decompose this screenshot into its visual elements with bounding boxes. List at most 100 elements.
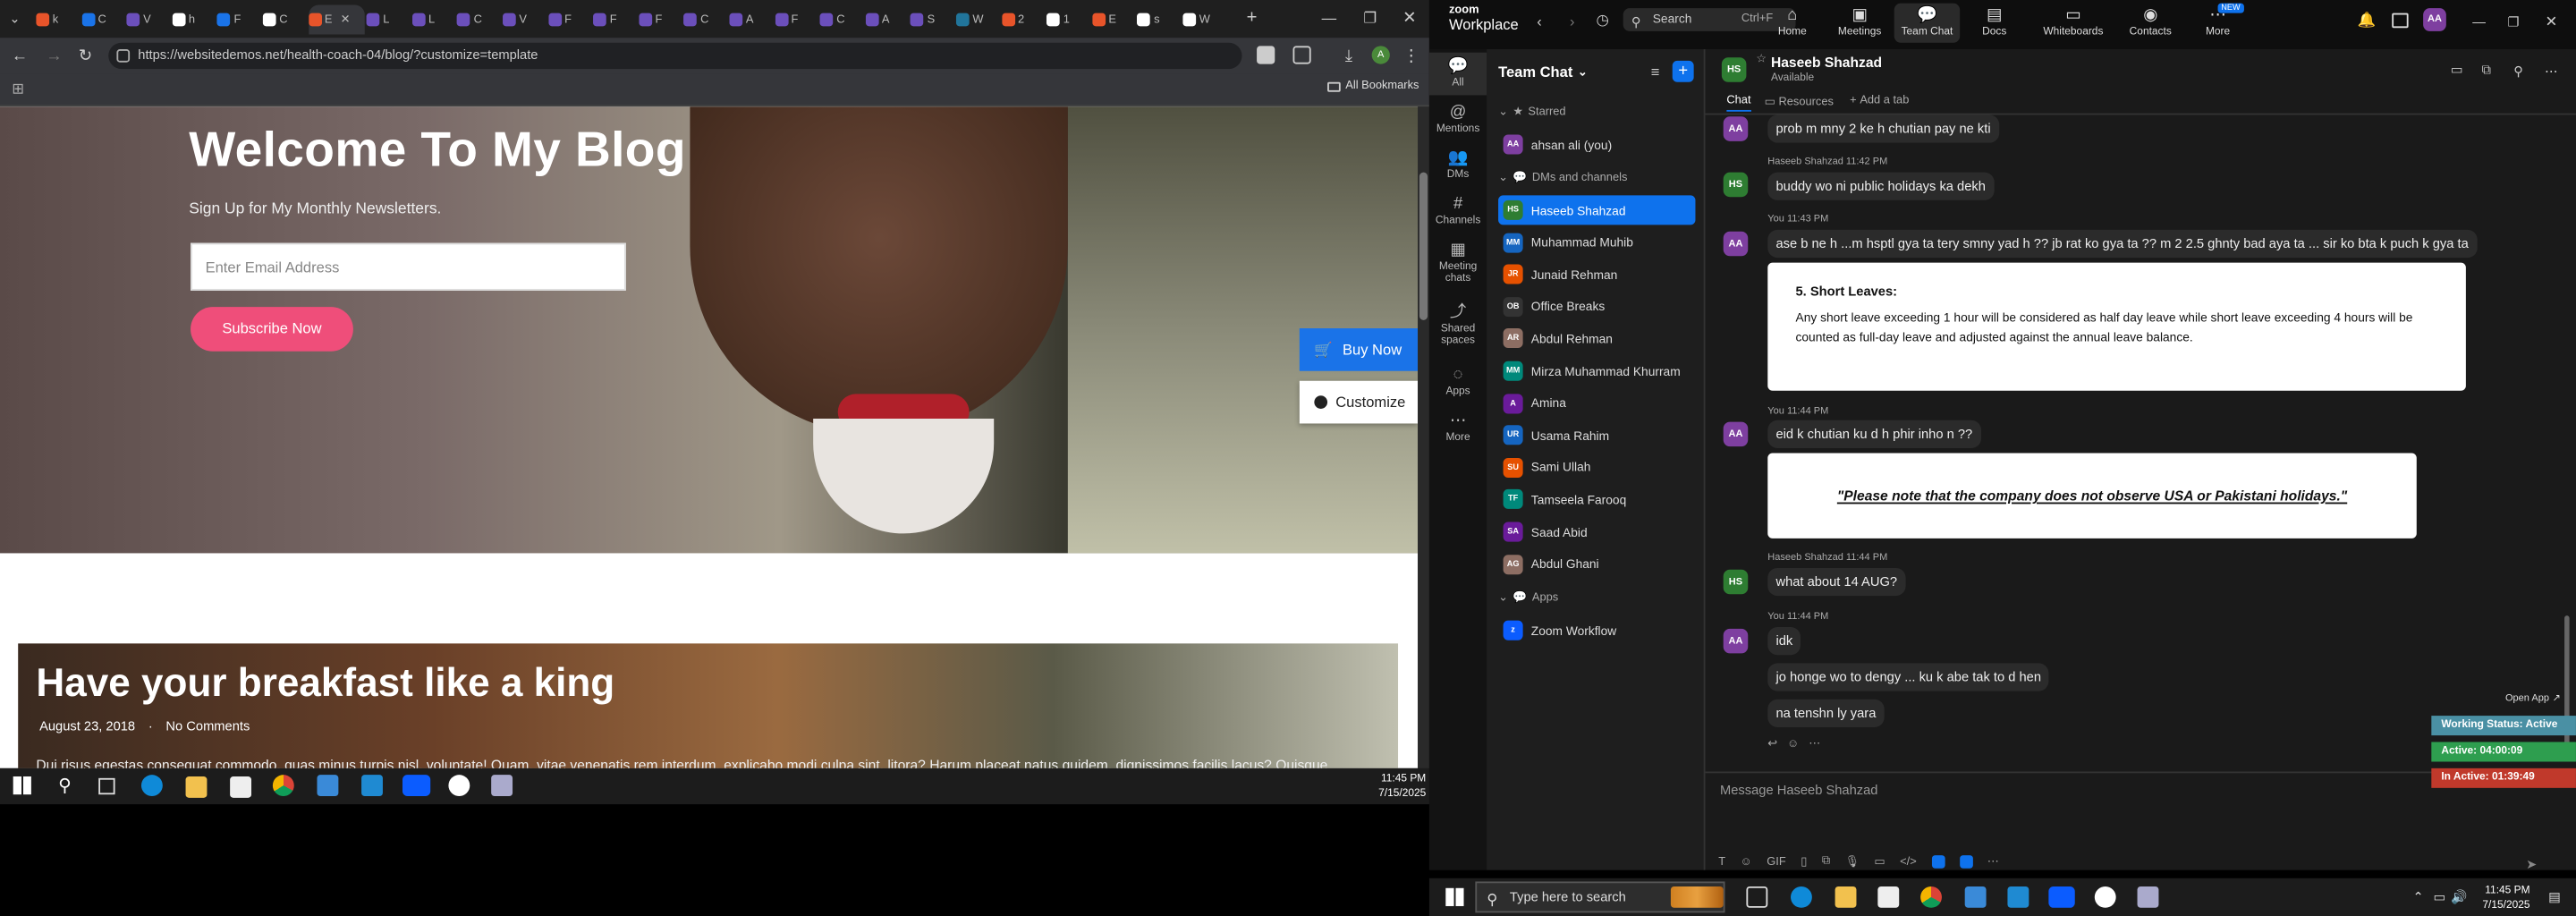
browser-tab[interactable]: V xyxy=(126,5,160,35)
section-starred[interactable]: ⌄ ★ Starred xyxy=(1498,105,1566,118)
share-screen-icon[interactable]: ⧉ xyxy=(2478,62,2496,78)
volume-icon[interactable]: 🔊 xyxy=(2451,888,2467,904)
browser-tab[interactable]: E ✕ xyxy=(308,4,365,35)
address-bar[interactable]: https://websitedemos.net/health-coach-04… xyxy=(108,42,1242,70)
windows-start-icon[interactable] xyxy=(13,776,31,795)
filter-icon[interactable]: ≡ xyxy=(1646,63,1664,81)
reload-icon[interactable]: ↻ xyxy=(75,46,95,65)
add-tab[interactable]: + Add a tab xyxy=(1850,95,1909,106)
maximize-icon[interactable]: ❐ xyxy=(1360,8,1380,28)
chrome-icon[interactable] xyxy=(1920,886,1942,908)
user-avatar[interactable]: AA xyxy=(2423,8,2446,31)
post-title[interactable]: Have your breakfast like a king xyxy=(36,662,614,708)
sidebar-item-contact[interactable]: AG Abdul Ghani xyxy=(1498,549,1695,579)
chrome-icon[interactable] xyxy=(272,775,294,797)
chat-tab[interactable]: Chat xyxy=(1726,95,1751,112)
tab-close-icon[interactable]: ✕ xyxy=(341,13,351,27)
sidebar-item-contact[interactable]: SU Sami Ullah xyxy=(1498,453,1695,482)
file-explorer-icon[interactable] xyxy=(185,776,208,798)
reply-icon[interactable]: ↩ xyxy=(1767,737,1777,751)
site-info-icon[interactable] xyxy=(116,49,131,63)
sidebar-item-contact[interactable]: UR Usama Rahim xyxy=(1498,420,1695,450)
rail-all[interactable]: 💬 All xyxy=(1428,52,1487,96)
image-attachment[interactable]: "Please note that the company does not o… xyxy=(1767,453,2417,539)
browser-tab[interactable]: F xyxy=(217,5,250,35)
avatar[interactable]: A xyxy=(1371,46,1390,64)
rail-dms[interactable]: 👥 DMs xyxy=(1429,144,1487,187)
sidebar-item-contact[interactable]: OB Office Breaks xyxy=(1498,292,1695,321)
minimize-icon[interactable]: — xyxy=(2470,13,2487,30)
tab-menu-icon[interactable]: ⌄ xyxy=(6,10,22,26)
section-dms-channels[interactable]: ⌄ 💬 DMs and channels xyxy=(1498,171,1627,184)
rail-more[interactable]: ⋯ More xyxy=(1429,407,1487,450)
tray-chevron-icon[interactable]: ⌃ xyxy=(2410,888,2426,904)
edge-icon[interactable] xyxy=(140,775,163,797)
message-bubble[interactable]: what about 14 AUG? xyxy=(1767,567,1906,597)
browser-tab[interactable]: C xyxy=(81,5,114,35)
browser-tab[interactable]: s xyxy=(1137,5,1171,35)
nav-docs[interactable]: ▤ Docs xyxy=(1962,6,2027,38)
browser-tab[interactable]: A xyxy=(729,5,762,35)
kebab-menu-icon[interactable]: ⋮ xyxy=(1403,46,1419,65)
browser-tab[interactable]: V xyxy=(503,5,536,35)
code-icon[interactable]: </> xyxy=(1900,856,1917,868)
forward-icon[interactable]: › xyxy=(1564,13,1580,30)
rail-apps[interactable]: ◌ Apps xyxy=(1429,361,1487,404)
more-icon[interactable]: ⋯ xyxy=(1809,737,1820,751)
sidebar-item-contact[interactable]: TF Tamseela Farooq xyxy=(1498,485,1695,514)
browser-tab[interactable]: 1 xyxy=(1046,5,1080,35)
notification-icon[interactable]: ▤ xyxy=(2546,888,2563,904)
windows-start-icon[interactable] xyxy=(1445,887,1464,906)
browser-tab[interactable]: k xyxy=(36,5,69,35)
app-icon[interactable] xyxy=(1964,886,1987,908)
close-icon[interactable]: ✕ xyxy=(2543,13,2559,30)
vscode-icon[interactable] xyxy=(2007,886,2029,908)
back-icon[interactable]: ← xyxy=(10,46,30,65)
close-icon[interactable]: ✕ xyxy=(1400,8,1419,28)
file-explorer-icon[interactable] xyxy=(1835,886,1857,908)
browser-tab[interactable]: W xyxy=(955,5,989,35)
sidebar-item-contact[interactable]: JR Junaid Rehman xyxy=(1498,259,1695,289)
browser-tab[interactable]: C xyxy=(683,5,717,35)
browser-tab[interactable]: 2 xyxy=(1001,5,1035,35)
post-comments[interactable]: No Comments xyxy=(165,719,250,734)
chevron-down-icon[interactable]: ⌄ xyxy=(1578,65,1588,79)
message-bubble[interactable]: ase b ne h ...m hsptl gya ta tery smny y… xyxy=(1767,229,2477,259)
store-icon[interactable] xyxy=(1877,886,1900,908)
screenshot-icon[interactable]: ⧉ xyxy=(1822,855,1830,869)
browser-tab[interactable]: A xyxy=(865,5,899,35)
network-icon[interactable]: ▭ xyxy=(2431,888,2447,904)
nav-contacts[interactable]: ◉ Contacts xyxy=(2118,6,2183,38)
store-icon[interactable] xyxy=(230,776,252,798)
gif-icon[interactable]: GIF xyxy=(1767,856,1785,868)
open-app-button[interactable]: Open App ↗ xyxy=(2505,692,2561,704)
browser-tab[interactable]: E xyxy=(1092,5,1125,35)
taskbar-clock[interactable]: 11:45 PM 7/15/2025 xyxy=(2478,883,2529,912)
emoji-icon[interactable]: ☺ xyxy=(1741,856,1752,868)
page-scrollbar[interactable] xyxy=(1418,106,1429,768)
whiteboard-icon[interactable] xyxy=(2392,13,2409,29)
message-bubble[interactable]: jo honge wo to dengy ... ku k abe tak to… xyxy=(1767,663,2050,691)
sidebar-item-zoom-workflow[interactable]: z Zoom Workflow xyxy=(1498,615,1695,645)
sidebar-item-contact[interactable]: MM Mirza Muhammad Khurram xyxy=(1498,356,1695,386)
maximize-icon[interactable]: ❐ xyxy=(2505,13,2521,30)
nav-meetings[interactable]: ▣ Meetings xyxy=(1826,6,1892,38)
all-bookmarks[interactable]: All Bookmarks xyxy=(1327,81,1419,92)
search-icon[interactable]: ⚲ xyxy=(55,775,76,796)
more-icon[interactable]: ⋯ xyxy=(2543,63,2559,79)
app-icon[interactable] xyxy=(448,775,470,797)
section-apps[interactable]: ⌄ 💬 Apps xyxy=(1498,591,1558,605)
nav-team-chat[interactable]: 💬 Team Chat xyxy=(1894,3,1961,43)
rail-meeting-chats[interactable]: ▦ Meeting chats xyxy=(1429,236,1487,292)
browser-tab[interactable]: F xyxy=(639,5,672,35)
browser-tab[interactable]: F xyxy=(593,5,626,35)
message-bubble[interactable]: idk xyxy=(1767,627,1801,656)
browser-tab[interactable]: F xyxy=(775,5,808,35)
image-attachment[interactable]: 5. Short Leaves: Any short leave exceedi… xyxy=(1767,262,2466,391)
file-icon[interactable]: ▯ xyxy=(1801,855,1807,869)
star-icon[interactable]: ☆ xyxy=(1756,53,1767,66)
chat-contact-name[interactable]: Haseeb Shahzad xyxy=(1771,55,1882,71)
message-bubble[interactable]: na tenshn ly yara xyxy=(1767,699,1885,727)
new-tab-icon[interactable]: + xyxy=(1242,8,1262,28)
more-icon[interactable]: ⋯ xyxy=(1987,855,1999,869)
